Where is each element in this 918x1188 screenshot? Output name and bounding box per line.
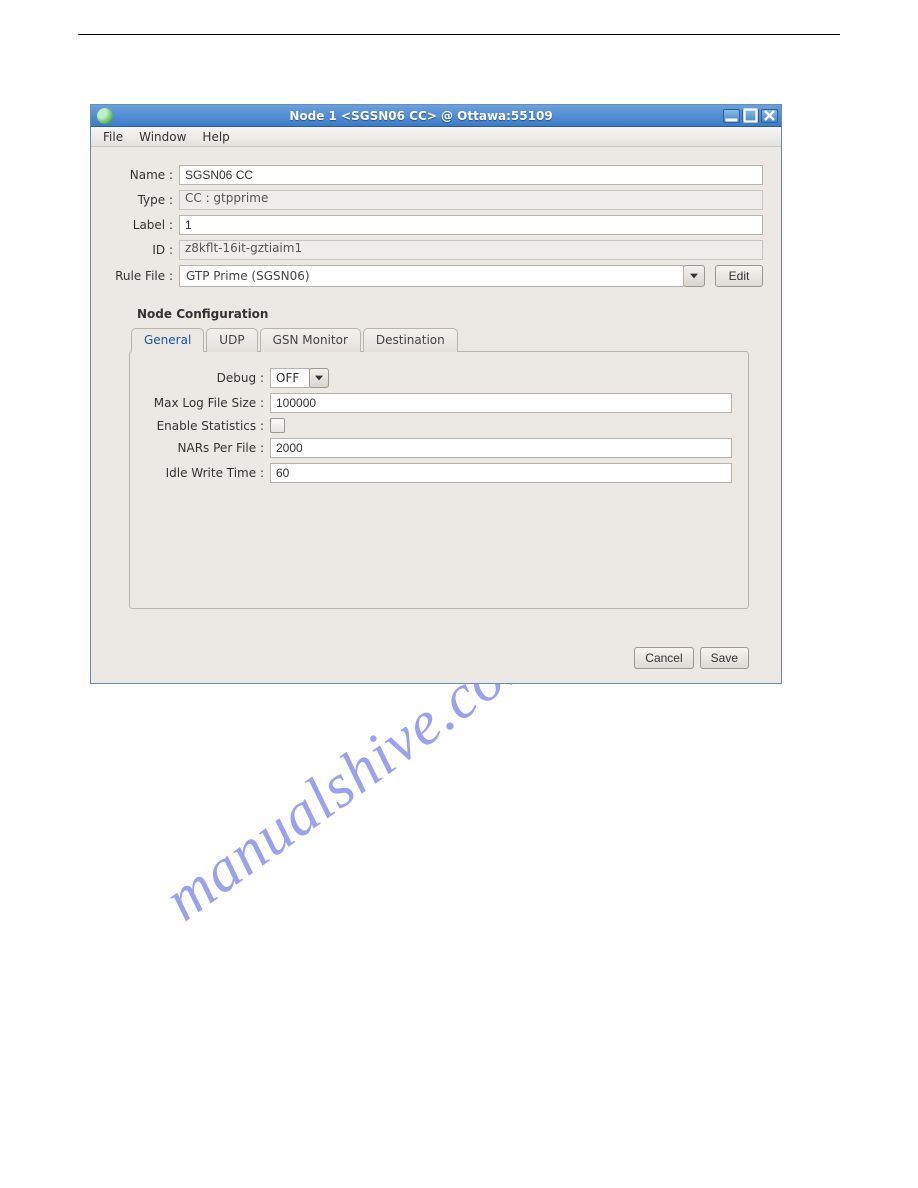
row-type: Type : CC : gtpprime xyxy=(109,190,763,210)
debug-combo[interactable]: OFF xyxy=(270,368,329,388)
enable-statistics-label: Enable Statistics : xyxy=(146,419,270,433)
window-content: Name : Type : CC : gtpprime Label : ID :… xyxy=(91,147,781,683)
titlebar: Node 1 <SGSN06 CC> @ Ottawa:55109 xyxy=(91,105,781,127)
idle-write-time-input[interactable] xyxy=(270,463,732,483)
chevron-down-icon xyxy=(315,375,323,381)
menubar: File Window Help xyxy=(91,127,781,147)
row-idle-write-time: Idle Write Time : xyxy=(146,463,732,483)
label-label: Label : xyxy=(109,218,179,232)
row-id: ID : z8kflt-16it-gztiaim1 xyxy=(109,240,763,260)
name-label: Name : xyxy=(109,168,179,182)
rule-file-label: Rule File : xyxy=(109,269,179,283)
id-value: z8kflt-16it-gztiaim1 xyxy=(179,240,763,260)
rule-file-combo[interactable]: GTP Prime (SGSN06) xyxy=(179,265,684,287)
id-label: ID : xyxy=(109,243,179,257)
rule-file-value: GTP Prime (SGSN06) xyxy=(186,269,310,283)
tab-panel-general: Debug : OFF Max Log File Size : Enable S… xyxy=(129,351,749,609)
debug-value: OFF xyxy=(270,368,310,388)
type-label: Type : xyxy=(109,193,179,207)
nars-per-file-label: NARs Per File : xyxy=(146,441,270,455)
debug-dropdown-button[interactable] xyxy=(309,368,329,388)
save-button[interactable]: Save xyxy=(700,647,749,669)
section-title-node-configuration: Node Configuration xyxy=(137,307,763,321)
footer-buttons: Cancel Save xyxy=(109,647,749,669)
nars-per-file-input[interactable] xyxy=(270,438,732,458)
edit-button[interactable]: Edit xyxy=(715,265,763,287)
close-icon xyxy=(762,108,777,123)
minimize-icon xyxy=(724,108,739,123)
row-max-log-file-size: Max Log File Size : xyxy=(146,393,732,413)
idle-write-time-label: Idle Write Time : xyxy=(146,466,270,480)
max-log-file-size-label: Max Log File Size : xyxy=(146,396,270,410)
app-icon xyxy=(97,108,113,124)
row-nars-per-file: NARs Per File : xyxy=(146,438,732,458)
menu-file[interactable]: File xyxy=(95,128,131,146)
close-button[interactable] xyxy=(761,109,778,123)
maximize-icon xyxy=(743,108,758,123)
window-title: Node 1 <SGSN06 CC> @ Ottawa:55109 xyxy=(119,109,723,123)
tab-general[interactable]: General xyxy=(131,328,204,352)
tab-strip: General UDP GSN Monitor Destination xyxy=(131,327,763,351)
app-window: Node 1 <SGSN06 CC> @ Ottawa:55109 File W… xyxy=(90,104,782,684)
chevron-down-icon xyxy=(690,273,698,279)
rule-file-dropdown-button[interactable] xyxy=(683,265,705,287)
enable-statistics-checkbox[interactable] xyxy=(270,418,285,433)
maximize-button[interactable] xyxy=(742,109,759,123)
row-debug: Debug : OFF xyxy=(146,368,732,388)
type-value: CC : gtpprime xyxy=(179,190,763,210)
max-log-file-size-input[interactable] xyxy=(270,393,732,413)
tab-destination[interactable]: Destination xyxy=(363,328,458,352)
row-label: Label : xyxy=(109,215,763,235)
menu-help[interactable]: Help xyxy=(194,128,237,146)
tab-gsn-monitor[interactable]: GSN Monitor xyxy=(260,328,361,352)
row-enable-statistics: Enable Statistics : xyxy=(146,418,732,433)
minimize-button[interactable] xyxy=(723,109,740,123)
window-controls xyxy=(723,109,778,123)
row-name: Name : xyxy=(109,165,763,185)
tab-udp[interactable]: UDP xyxy=(206,328,257,352)
debug-label: Debug : xyxy=(146,371,270,385)
menu-window[interactable]: Window xyxy=(131,128,194,146)
horizontal-rule xyxy=(78,34,840,35)
label-input[interactable] xyxy=(179,215,763,235)
cancel-button[interactable]: Cancel xyxy=(634,647,693,669)
row-rule-file: Rule File : GTP Prime (SGSN06) Edit xyxy=(109,265,763,287)
name-input[interactable] xyxy=(179,165,763,185)
